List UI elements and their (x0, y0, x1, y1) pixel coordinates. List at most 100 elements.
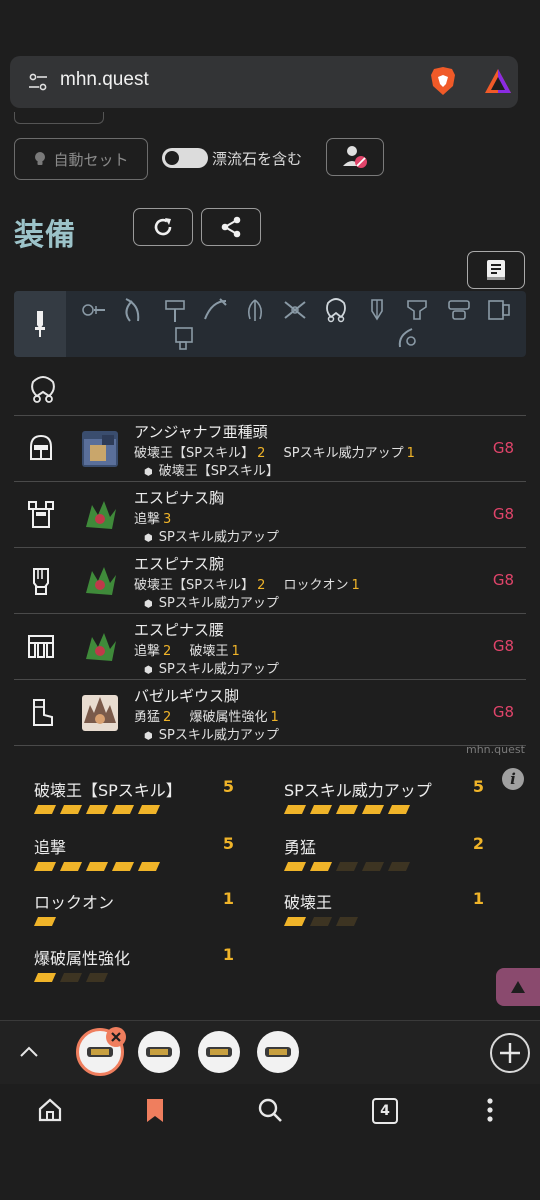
address-bar[interactable]: mhn.quest (10, 56, 518, 108)
armor-row-head[interactable]: アンジャナフ亜種頭 破壊王【SPスキル】 2 SPスキル威力アップ 1 ⬢ 破壊王【S… (14, 417, 526, 482)
armor-name: エスピナス腰 (134, 621, 225, 639)
level-segment-filled (60, 805, 82, 814)
armor-skills: 追撃 2 破壊王 1 (134, 640, 254, 659)
url-text[interactable]: mhn.quest (60, 69, 149, 91)
weapon-type-selector (14, 291, 526, 357)
skill-level: 1 (222, 889, 234, 908)
monster-thumbnail (82, 431, 118, 467)
level-segment-empty (86, 973, 108, 982)
share-icon (221, 216, 241, 238)
skill-summary-item: 爆破属性強化 1 (34, 945, 234, 995)
skill-summary-item: 追撃 5 (34, 834, 234, 884)
level-segment-empty (336, 862, 358, 871)
skill-name: 爆破属性強化 (189, 710, 268, 725)
search-icon[interactable] (256, 1096, 284, 1124)
greaves-icon (33, 699, 53, 726)
hexagon-icon: ⬢ (144, 731, 153, 742)
tab-strip (0, 1020, 540, 1084)
page-title: 装備 (14, 218, 76, 253)
drift-stone-toggle[interactable] (162, 148, 208, 168)
auto-set-button[interactable]: 自動セット (14, 138, 148, 180)
armor-skills: 追撃 3 (134, 508, 185, 527)
triangle-up-icon (511, 981, 525, 993)
plus-icon (500, 1043, 520, 1063)
dual-blades-icon[interactable] (120, 297, 146, 323)
close-tab-button[interactable] (106, 1027, 126, 1047)
new-tab-button[interactable] (490, 1033, 530, 1073)
brave-shields-icon[interactable] (430, 66, 456, 96)
light-bowgun-icon[interactable] (486, 297, 512, 323)
info-icon[interactable]: i (502, 768, 524, 790)
armor-skills: 勇猛 2 爆破属性強化 1 (134, 706, 293, 725)
level-segment-empty (388, 862, 410, 871)
skill-level: 2 (472, 834, 484, 853)
brave-rewards-icon[interactable] (484, 68, 512, 94)
grade-badge: G8 (492, 439, 514, 457)
charge-blade-icon[interactable] (404, 297, 430, 323)
armor-row-chest[interactable]: エスピナス胸 追撃 3 ⬢ SPスキル威力アップ G8 (14, 483, 526, 548)
switch-axe-icon[interactable] (364, 297, 390, 323)
gunlance-icon[interactable] (282, 297, 308, 323)
skill-name: 破壊王 (189, 644, 229, 659)
tab-count[interactable]: 4 (372, 1098, 398, 1124)
monster-thumbnail (82, 563, 118, 599)
level-segment-filled (34, 805, 56, 814)
skill-name: 勇猛 (134, 710, 161, 725)
skill-level-bar (34, 917, 56, 926)
bow-icon[interactable] (394, 325, 420, 351)
skill-level: 2 (163, 710, 172, 725)
sp-skill-name: 破壊王【SPスキル】 (158, 464, 279, 479)
level-segment-filled (284, 805, 306, 814)
grade-badge: G8 (492, 571, 514, 589)
level-segment-filled (284, 917, 306, 926)
skill-level: 3 (163, 512, 172, 527)
status-bar (0, 0, 540, 44)
tab-thumbnail[interactable] (257, 1031, 299, 1073)
armor-row-waist[interactable]: エスピナス腰 追撃 2 破壊王 1 ⬢ SPスキル威力アップ G8 (14, 615, 526, 680)
exclude-user-button[interactable] (326, 138, 384, 176)
skill-level-bar (34, 973, 108, 982)
hammer-icon[interactable] (162, 297, 188, 323)
skill-name: 破壊王【SPスキル】 (134, 446, 255, 461)
refresh-icon (154, 218, 172, 236)
armor-row-arms[interactable]: エスピナス腕 破壊王【SPスキル】 2 ロックオン 1 ⬢ SPスキル威力アップ G8 (14, 549, 526, 614)
watermark: mhn.quest (466, 743, 525, 756)
more-menu-icon[interactable] (476, 1096, 504, 1124)
chevron-up-icon[interactable] (16, 1039, 42, 1065)
level-segment-filled (34, 917, 56, 926)
level-segment-filled (34, 862, 56, 871)
weapon-type-great-sword[interactable] (14, 291, 66, 357)
long-sword-slot-icon (31, 376, 55, 403)
armor-row-legs[interactable]: バゼルギウス脚 勇猛 2 爆破属性強化 1 ⬢ SPスキル威力アップ G8 (14, 681, 526, 746)
insect-glaive-icon[interactable] (446, 297, 472, 323)
long-sword-icon[interactable] (323, 297, 349, 323)
skill-name: 破壊王【SPスキル】 (134, 578, 255, 593)
level-segment-empty (60, 973, 82, 982)
sp-skill-name: SPスキル威力アップ (158, 530, 279, 545)
clipped-button[interactable] (14, 112, 104, 124)
level-segment-filled (284, 862, 306, 871)
skill-name: 勇猛 (284, 838, 317, 857)
equipment-book-button[interactable] (467, 251, 525, 289)
tab-thumbnail[interactable] (198, 1031, 240, 1073)
hunting-horn-icon[interactable] (202, 297, 228, 323)
sp-skill-name: SPスキル威力アップ (158, 728, 279, 743)
heavy-bowgun-icon[interactable] (172, 325, 198, 351)
level-segment-empty (362, 862, 384, 871)
skill-level: 1 (472, 889, 484, 908)
bookmark-icon[interactable] (141, 1096, 169, 1124)
sp-skill: ⬢ SPスキル威力アップ (144, 658, 279, 677)
skill-name: 破壊王【SPスキル】 (34, 781, 182, 800)
tab-thumbnail[interactable] (138, 1031, 180, 1073)
weapon-slot-row[interactable] (14, 362, 526, 416)
scroll-to-top-button[interactable] (496, 968, 540, 1006)
share-button[interactable] (201, 208, 261, 246)
site-settings-icon[interactable] (28, 72, 48, 92)
sword-and-shield-icon[interactable] (80, 297, 106, 323)
armor-name: エスピナス胸 (134, 489, 225, 507)
drift-stone-label: 漂流石を含む (212, 150, 303, 168)
refresh-button[interactable] (133, 208, 193, 246)
home-icon[interactable] (36, 1096, 64, 1124)
sp-skill: ⬢ SPスキル威力アップ (144, 526, 279, 545)
lance-icon[interactable] (242, 297, 268, 323)
